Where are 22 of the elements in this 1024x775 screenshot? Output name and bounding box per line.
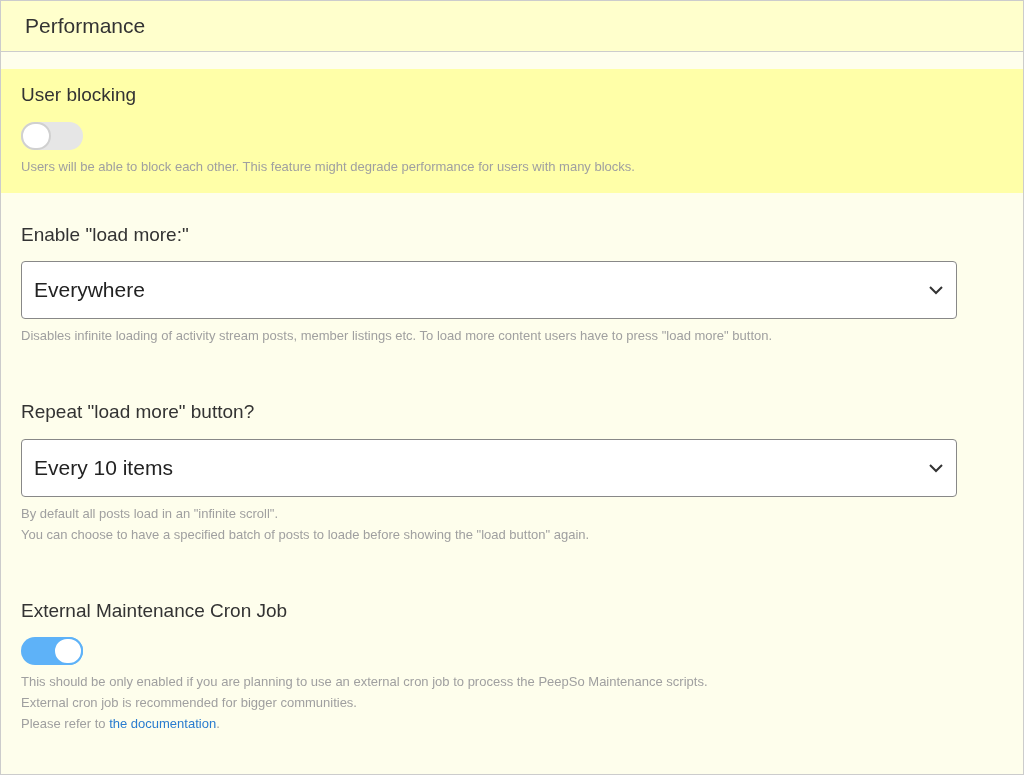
toggle-knob [53,637,83,665]
toggle-switch[interactable] [21,121,83,150]
help-text: This should be only enabled if you are planning to use an external cron job to process the PeepSo Maintenance scripts. [21,673,709,691]
select-field[interactable]: Everywhere [21,261,957,319]
select-field[interactable]: Every 10 items [21,438,957,497]
help-text: You can choose to have a specified batch of posts to loade before showing the "load button" again. [21,525,591,544]
help-text: Disables infinite loading of activity stream posts, member listings etc. To load more content users have to press "load more" button. [21,327,774,345]
toggle-knob [21,121,51,150]
select-value: Every 10 items [34,454,173,481]
setting-label: Enable "load more:" [21,222,190,247]
help-text: Users will be able to block each other. This feature might degrade performance for users with many blocks. [21,157,636,176]
chevron-down-icon [928,462,944,473]
select-value: Everywhere [34,277,145,304]
help-text: By default all posts load in an "infinite scroll". [21,504,280,523]
setting-label: User blocking [21,83,138,107]
help-text: Please refer to the documentation. [21,715,221,733]
chevron-down-icon [928,285,944,295]
toggle-switch[interactable] [21,637,83,665]
help-text: External cron job is recommended for bigger communities. [21,694,358,712]
setting-label: Repeat "load more" button? [21,400,256,424]
setting-label: External Maintenance Cron Job [21,598,289,623]
panel-title: Performance [25,13,146,40]
